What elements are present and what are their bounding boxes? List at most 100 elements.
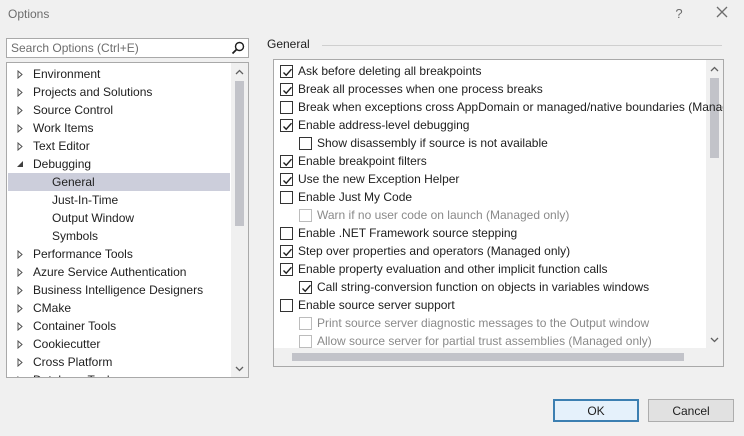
option-label: Break when exceptions cross AppDomain or… [298, 100, 723, 114]
tree-scrollbar[interactable] [231, 63, 248, 377]
option-checkbox[interactable] [280, 191, 293, 204]
tree-item[interactable]: Debugging [8, 155, 230, 173]
option-label: Enable address-level debugging [298, 118, 470, 132]
option-checkbox[interactable] [280, 83, 293, 96]
option-checkbox[interactable] [280, 299, 293, 312]
option-label: Ask before deleting all breakpoints [298, 64, 482, 78]
tree-item-label: Output Window [52, 211, 135, 225]
checkmark-icon [283, 158, 293, 167]
tree-item[interactable]: Business Intelligence Designers [8, 281, 230, 299]
option-label: Break all processes when one process bre… [298, 82, 543, 96]
option-label: Print source server diagnostic messages … [317, 316, 650, 330]
search-icon[interactable] [231, 41, 245, 55]
tree-item[interactable]: General [8, 173, 230, 191]
option-label: Use the new Exception Helper [298, 172, 460, 186]
tree-item[interactable]: Source Control [8, 101, 230, 119]
checkmark-icon [283, 86, 293, 95]
option-label: Enable property evaluation and other imp… [298, 262, 608, 276]
chevron-right-icon[interactable] [17, 299, 29, 317]
chevron-right-icon[interactable] [17, 245, 29, 263]
options-tree[interactable]: Environment Projects and Solutions Source … [6, 62, 249, 378]
section-divider [322, 45, 722, 46]
chevron-right-icon[interactable] [17, 353, 29, 371]
tree-item[interactable]: Container Tools [8, 317, 230, 335]
option-label: Enable .NET Framework source stepping [298, 226, 518, 240]
tree-item[interactable]: Cookiecutter [8, 335, 230, 353]
scroll-down-icon[interactable] [231, 360, 248, 377]
chevron-right-icon[interactable] [17, 83, 29, 101]
chevron-right-icon[interactable] [17, 317, 29, 335]
option-checkbox[interactable] [280, 227, 293, 240]
options-panel: Ask before deleting all breakpoints Break… [273, 59, 724, 367]
option-label: Step over properties and operators (Mana… [298, 244, 571, 258]
chevron-right-icon[interactable] [17, 281, 29, 299]
option-label: Enable source server support [298, 298, 455, 312]
scroll-up-icon[interactable] [706, 60, 723, 77]
scroll-up-icon[interactable] [231, 63, 248, 80]
option-checkbox [299, 209, 312, 222]
search-input[interactable] [7, 39, 222, 57]
option-label: Enable Just My Code [298, 190, 413, 204]
close-button[interactable] [710, 3, 734, 25]
tree-item[interactable]: Azure Service Authentication [8, 263, 230, 281]
tree-item[interactable]: Just-In-Time [8, 191, 230, 209]
chevron-right-icon[interactable] [17, 137, 29, 155]
search-box[interactable] [6, 38, 249, 58]
tree-item-label: Cross Platform [33, 355, 113, 369]
scroll-down-icon[interactable] [706, 331, 723, 348]
tree-item[interactable]: CMake [8, 299, 230, 317]
tree-item-label: Database Tools [33, 371, 116, 377]
chevron-down-icon[interactable] [17, 155, 29, 173]
option-checkbox[interactable] [280, 245, 293, 258]
checkmark-icon [302, 284, 312, 293]
window-title: Options [8, 7, 50, 21]
chevron-right-icon[interactable] [17, 101, 29, 119]
option-checkbox[interactable] [280, 173, 293, 186]
option-checkbox [299, 317, 312, 330]
tree-item-label: Work Items [33, 121, 94, 135]
option-checkbox[interactable] [280, 119, 293, 132]
chevron-right-icon[interactable] [17, 65, 29, 83]
option-label: Allow source server for partial trust as… [317, 334, 652, 348]
option-checkbox[interactable] [280, 263, 293, 276]
tree-item-label: Cookiecutter [33, 337, 101, 351]
chevron-right-icon[interactable] [17, 119, 29, 137]
tree-item[interactable]: Text Editor [8, 137, 230, 155]
tree-item[interactable]: Cross Platform [8, 353, 230, 371]
panel-hscroll-thumb[interactable] [292, 353, 684, 361]
option-checkbox[interactable] [280, 155, 293, 168]
tree-item-label: Symbols [52, 229, 99, 243]
option-label: Enable breakpoint filters [298, 154, 427, 168]
option-checkbox[interactable] [280, 65, 293, 78]
checkmark-icon [283, 68, 293, 77]
tree-item-label: Environment [33, 67, 101, 81]
tree-item[interactable]: Environment [8, 65, 230, 83]
tree-item-label: Source Control [33, 103, 114, 117]
tree-item-label: CMake [33, 301, 72, 315]
checkmark-icon [283, 176, 293, 185]
ok-button[interactable]: OK [553, 399, 639, 422]
tree-item-label: Container Tools [33, 319, 117, 333]
tree-item-label: Azure Service Authentication [33, 265, 187, 279]
option-checkbox[interactable] [299, 281, 312, 294]
tree-item[interactable]: Database Tools [8, 371, 230, 377]
tree-item[interactable]: Performance Tools [8, 245, 230, 263]
tree-item[interactable]: Symbols [8, 227, 230, 245]
panel-horizontal-scrollbar[interactable] [274, 348, 706, 366]
tree-item[interactable]: Work Items [8, 119, 230, 137]
chevron-right-icon[interactable] [17, 263, 29, 281]
chevron-right-icon[interactable] [17, 335, 29, 353]
tree-item-label: Performance Tools [33, 247, 133, 261]
option-checkbox[interactable] [280, 101, 293, 114]
help-button[interactable]: ? [668, 3, 690, 25]
tree-item-label: General [52, 175, 95, 189]
tree-item[interactable]: Projects and Solutions [8, 83, 230, 101]
option-checkbox[interactable] [299, 137, 312, 150]
tree-scroll-thumb[interactable] [235, 81, 244, 226]
tree-item[interactable]: Output Window [8, 209, 230, 227]
panel-scroll-thumb[interactable] [710, 78, 719, 158]
close-icon [716, 6, 728, 18]
tree-item-label: Business Intelligence Designers [33, 283, 204, 297]
cancel-button[interactable]: Cancel [648, 399, 734, 422]
chevron-right-icon[interactable] [17, 371, 29, 377]
